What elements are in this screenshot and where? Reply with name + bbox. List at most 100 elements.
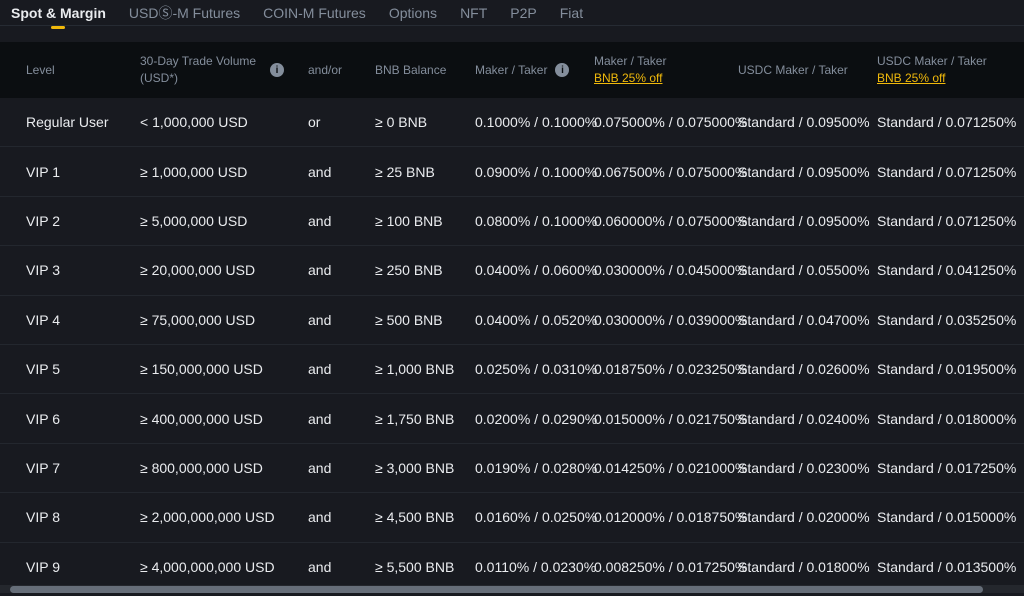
table-row: VIP 6 ≥ 400,000,000 USD and ≥ 1,750 BNB … — [0, 394, 1024, 443]
usdc-maker-taker-bnb-cell: Standard / 0.015000% — [877, 509, 1024, 525]
level-cell: VIP 6 — [26, 411, 140, 427]
andor-cell: and — [308, 164, 375, 180]
trade-volume-cell: ≥ 2,000,000,000 USD — [140, 509, 270, 525]
bnb-balance-cell: ≥ 100 BNB — [375, 213, 475, 229]
usdc-maker-taker-cell: Standard / 0.02300% — [738, 460, 877, 476]
andor-cell: and — [308, 213, 375, 229]
maker-taker-cell: 0.0160% / 0.0250% — [475, 509, 594, 525]
maker-taker-bnb-cell: 0.030000% / 0.045000% — [594, 262, 738, 278]
header-level: Level — [26, 62, 140, 79]
tab-nft[interactable]: NFT — [460, 3, 487, 23]
usdc-maker-taker-cell: Standard / 0.09500% — [738, 114, 877, 130]
maker-taker-bnb-cell: 0.015000% / 0.021750% — [594, 411, 738, 427]
level-cell: VIP 1 — [26, 164, 140, 180]
tab-p2p[interactable]: P2P — [510, 3, 536, 23]
level-cell: VIP 9 — [26, 559, 140, 575]
tab-bar: Spot & Margin USDⓈ-M Futures COIN-M Futu… — [0, 0, 1024, 26]
tab-label: Spot & Margin — [11, 5, 106, 21]
table-header-row: Level 30-Day Trade Volume (USD*) i and/o… — [0, 42, 1024, 98]
maker-taker-cell: 0.1000% / 0.1000% — [475, 114, 594, 130]
header-usdc-bnb-line1: USDC Maker / Taker — [877, 53, 1024, 70]
header-volume: 30-Day Trade Volume (USD*) — [140, 53, 270, 87]
trade-volume-cell: ≥ 800,000,000 USD — [140, 460, 270, 476]
header-volume-line1: 30-Day Trade Volume — [140, 53, 270, 70]
table-body: Regular User < 1,000,000 USD or ≥ 0 BNB … — [0, 98, 1024, 592]
header-usdc-maker-taker: USDC Maker / Taker — [738, 62, 877, 79]
info-icon[interactable]: i — [270, 63, 284, 77]
bnb-balance-cell: ≥ 25 BNB — [375, 164, 475, 180]
trade-volume-cell: ≥ 75,000,000 USD — [140, 312, 270, 328]
horizontal-scrollbar-thumb[interactable] — [10, 586, 983, 593]
level-cell: VIP 5 — [26, 361, 140, 377]
header-maker-taker-bnb-line1: Maker / Taker — [594, 53, 738, 70]
usdc-maker-taker-cell: Standard / 0.09500% — [738, 213, 877, 229]
active-tab-underline — [51, 26, 65, 29]
table-row: VIP 2 ≥ 5,000,000 USD and ≥ 100 BNB 0.08… — [0, 197, 1024, 246]
usdc-maker-taker-bnb-cell: Standard / 0.019500% — [877, 361, 1024, 377]
bnb-balance-cell: ≥ 4,500 BNB — [375, 509, 475, 525]
usdc-maker-taker-cell: Standard / 0.04700% — [738, 312, 877, 328]
tab-coin-m-futures[interactable]: COIN-M Futures — [263, 3, 366, 23]
table-row: Regular User < 1,000,000 USD or ≥ 0 BNB … — [0, 98, 1024, 147]
maker-taker-bnb-cell: 0.012000% / 0.018750% — [594, 509, 738, 525]
bnb-balance-cell: ≥ 250 BNB — [375, 262, 475, 278]
usdc-maker-taker-cell: Standard / 0.01800% — [738, 559, 877, 575]
usdc-maker-taker-cell: Standard / 0.02600% — [738, 361, 877, 377]
maker-taker-cell: 0.0200% / 0.0290% — [475, 411, 594, 427]
usdc-maker-taker-bnb-cell: Standard / 0.041250% — [877, 262, 1024, 278]
usdc-maker-taker-bnb-cell: Standard / 0.035250% — [877, 312, 1024, 328]
bnb-discount-link[interactable]: BNB 25% off — [877, 70, 945, 87]
usdc-maker-taker-bnb-cell: Standard / 0.071250% — [877, 213, 1024, 229]
bnb-balance-cell: ≥ 0 BNB — [375, 114, 475, 130]
maker-taker-bnb-cell: 0.008250% / 0.017250% — [594, 559, 738, 575]
trade-volume-cell: ≥ 4,000,000,000 USD — [140, 559, 270, 575]
table-row: VIP 7 ≥ 800,000,000 USD and ≥ 3,000 BNB … — [0, 444, 1024, 493]
bnb-balance-cell: ≥ 1,750 BNB — [375, 411, 475, 427]
usdc-maker-taker-bnb-cell: Standard / 0.071250% — [877, 164, 1024, 180]
bnb-discount-link[interactable]: BNB 25% off — [594, 70, 662, 87]
tab-options[interactable]: Options — [389, 3, 437, 23]
maker-taker-cell: 0.0190% / 0.0280% — [475, 460, 594, 476]
andor-cell: and — [308, 262, 375, 278]
maker-taker-cell: 0.0110% / 0.0230% — [475, 559, 594, 575]
andor-cell: and — [308, 312, 375, 328]
maker-taker-bnb-cell: 0.018750% / 0.023250% — [594, 361, 738, 377]
table-row: VIP 3 ≥ 20,000,000 USD and ≥ 250 BNB 0.0… — [0, 246, 1024, 295]
tab-spot-margin[interactable]: Spot & Margin — [11, 3, 106, 23]
tab-label: Fiat — [560, 5, 583, 21]
header-maker-taker-label: Maker / Taker — [475, 62, 547, 79]
tab-label: COIN-M Futures — [263, 5, 366, 21]
maker-taker-cell: 0.0250% / 0.0310% — [475, 361, 594, 377]
level-cell: VIP 2 — [26, 213, 140, 229]
bnb-balance-cell: ≥ 500 BNB — [375, 312, 475, 328]
tab-fiat[interactable]: Fiat — [560, 3, 583, 23]
trade-volume-cell: ≥ 1,000,000 USD — [140, 164, 270, 180]
level-cell: Regular User — [26, 114, 140, 130]
header-usdc-maker-taker-bnb: USDC Maker / Taker BNB 25% off — [877, 53, 1024, 87]
level-cell: VIP 3 — [26, 262, 140, 278]
info-icon[interactable]: i — [555, 63, 569, 77]
bnb-balance-cell: ≥ 1,000 BNB — [375, 361, 475, 377]
usdc-maker-taker-cell: Standard / 0.05500% — [738, 262, 877, 278]
usdc-maker-taker-bnb-cell: Standard / 0.013500% — [877, 559, 1024, 575]
maker-taker-cell: 0.0800% / 0.1000% — [475, 213, 594, 229]
tab-label: USDⓈ-M Futures — [129, 5, 240, 21]
usdc-maker-taker-cell: Standard / 0.02400% — [738, 411, 877, 427]
fee-schedule-page: Spot & Margin USDⓈ-M Futures COIN-M Futu… — [0, 0, 1024, 596]
tab-usd-m-futures[interactable]: USDⓈ-M Futures — [129, 3, 240, 23]
header-bnb-balance: BNB Balance — [375, 62, 475, 79]
level-cell: VIP 7 — [26, 460, 140, 476]
andor-cell: and — [308, 559, 375, 575]
andor-cell: and — [308, 509, 375, 525]
level-cell: VIP 4 — [26, 312, 140, 328]
usdc-maker-taker-bnb-cell: Standard / 0.071250% — [877, 114, 1024, 130]
bnb-balance-cell: ≥ 5,500 BNB — [375, 559, 475, 575]
usdc-maker-taker-bnb-cell: Standard / 0.017250% — [877, 460, 1024, 476]
trade-volume-cell: ≥ 150,000,000 USD — [140, 361, 270, 377]
andor-cell: and — [308, 361, 375, 377]
horizontal-scrollbar-track[interactable] — [0, 585, 1024, 593]
maker-taker-bnb-cell: 0.075000% / 0.075000% — [594, 114, 738, 130]
andor-cell: or — [308, 114, 375, 130]
maker-taker-bnb-cell: 0.067500% / 0.075000% — [594, 164, 738, 180]
tab-label: P2P — [510, 5, 536, 21]
